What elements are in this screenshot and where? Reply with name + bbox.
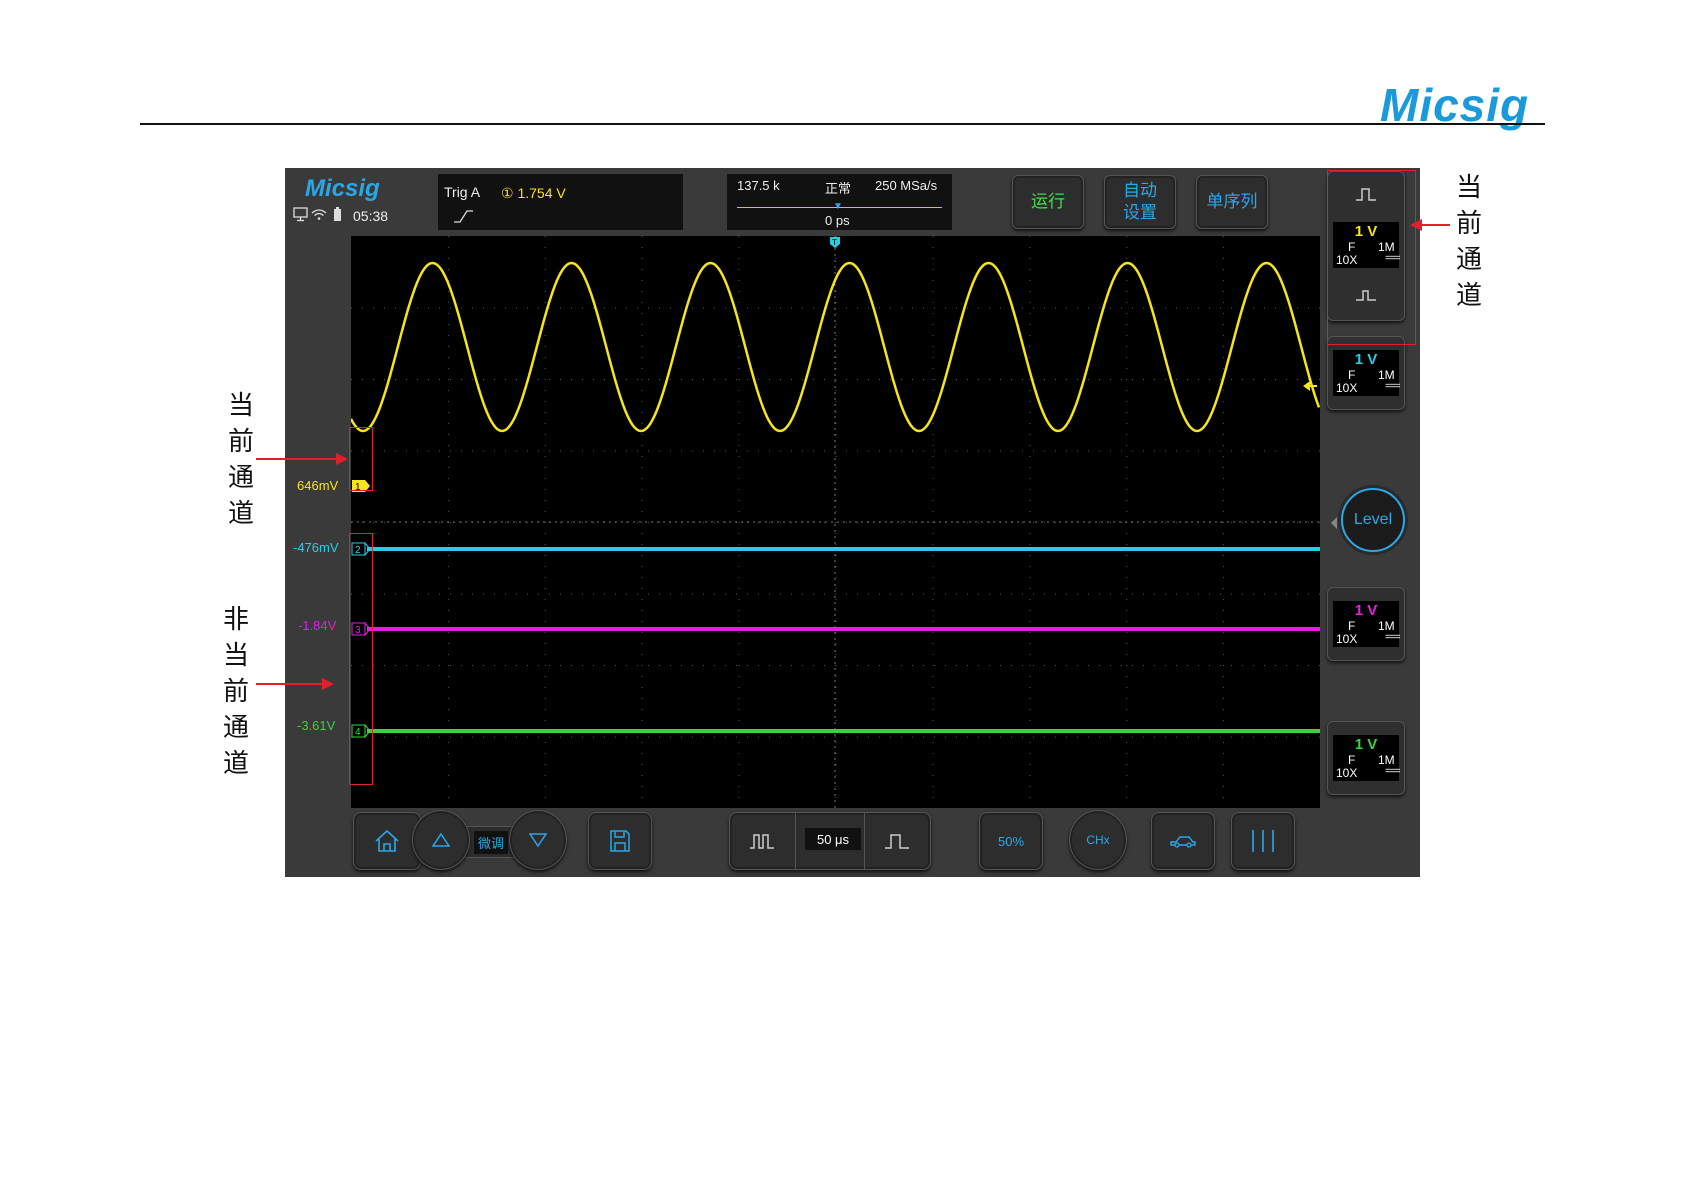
timebase-compress-button[interactable] xyxy=(729,812,795,870)
status-icons xyxy=(293,206,351,226)
channel-3-volts: 1 V xyxy=(1354,602,1378,619)
device-brand: Micsig xyxy=(305,175,380,202)
save-button[interactable] xyxy=(588,812,652,870)
channel-2-impedance: 1M xyxy=(1378,368,1395,382)
channel-4-probe: 10X xyxy=(1336,766,1358,780)
svg-text:T: T xyxy=(832,238,837,247)
auto-setup-button[interactable]: 自动 设置 xyxy=(1104,175,1176,229)
channel-3-impedance: 1M xyxy=(1378,619,1395,633)
dc-coupling-icon: === xyxy=(1385,632,1401,643)
knob-pointer-icon xyxy=(1331,517,1337,529)
trigger-time-marker-icon[interactable]: T xyxy=(830,237,840,248)
arrow-line xyxy=(1420,224,1450,226)
channel-3-probe: 10X xyxy=(1336,632,1358,646)
annotation-char: 当 xyxy=(222,641,249,671)
save-icon xyxy=(610,830,630,852)
timebase-value: 50 μs xyxy=(805,828,861,850)
dc-coupling-icon: === xyxy=(1385,381,1401,392)
arrow-head-icon xyxy=(336,453,348,465)
current-channel-highlight-left xyxy=(349,427,373,491)
wide-pulse-icon xyxy=(885,834,909,849)
annotation-char: 道 xyxy=(222,749,249,779)
fine-adjust-label: 微调 xyxy=(473,830,508,854)
clock-time: 05:38 xyxy=(353,208,389,224)
acquisition-mode: 正常 xyxy=(825,181,852,196)
trigger-level-value: ① 1.754 V xyxy=(501,185,566,201)
current-channel-highlight-right xyxy=(1327,170,1416,345)
channel-2-coupling: F xyxy=(1348,368,1356,382)
adjust-up-button[interactable] xyxy=(412,810,470,870)
dc-coupling-icon: === xyxy=(1385,766,1401,777)
annotation-current-channel-left: 当 前 通 道 xyxy=(226,388,256,532)
top-bar: Micsig 05:38 Trig A ① 1.754 V 137.5 k 正常… xyxy=(285,168,1420,235)
triangle-up-icon xyxy=(431,832,451,847)
channel-3-info: 1 V F 1M 10X === xyxy=(1333,601,1401,647)
header-rule xyxy=(140,123,1545,125)
triangle-down-icon xyxy=(528,833,548,848)
annotation-non-current-channel: 非 当 前 通 道 xyxy=(221,602,251,782)
fifty-percent-button[interactable]: 50% xyxy=(979,812,1043,870)
arrow-line xyxy=(256,683,326,685)
channel-4-info: 1 V F 1M 10X === xyxy=(1333,735,1401,781)
trigger-position-marker-icon: ▼ xyxy=(833,201,843,212)
channel-2-probe: 10X xyxy=(1336,381,1358,395)
trigger-panel[interactable]: Trig A ① 1.754 V xyxy=(438,174,683,230)
waveform-display[interactable]: 1 2 3 4 T xyxy=(351,236,1320,808)
trigger-level-arrow-icon[interactable] xyxy=(1303,381,1317,391)
channel-3-card[interactable]: 1 V F 1M 10X === xyxy=(1327,587,1405,661)
annotation-char: 通 xyxy=(227,463,254,493)
single-sequence-button[interactable]: 单序列 xyxy=(1196,175,1268,229)
annotation-char: 当 xyxy=(1455,173,1482,203)
horizontal-delay: 0 ps xyxy=(825,213,850,228)
non-current-channel-highlight xyxy=(349,533,373,785)
annotation-char: 前 xyxy=(222,677,249,707)
home-icon xyxy=(375,829,399,852)
acquisition-panel[interactable]: 137.5 k 正常 250 MSa/s ▼ 0 ps xyxy=(727,174,952,230)
oscilloscope-device: Micsig 05:38 Trig A ① 1.754 V 137.5 k 正常… xyxy=(285,168,1420,877)
annotation-char: 非 xyxy=(222,605,249,635)
channel-4-impedance: 1M xyxy=(1378,753,1395,767)
home-button[interactable] xyxy=(353,812,421,870)
frequency-readout: 137.5 k xyxy=(737,178,780,193)
menu-button[interactable] xyxy=(1231,812,1295,870)
narrow-pulse-icon xyxy=(750,834,774,849)
graticule: 1 2 3 4 T xyxy=(351,236,1320,808)
annotation-char: 前 xyxy=(227,427,254,457)
auto-setup-line1: 自动 xyxy=(1123,181,1157,200)
monitor-wifi-battery-icons xyxy=(293,207,341,222)
rising-edge-icon xyxy=(452,208,474,228)
auto-setup-line2: 设置 xyxy=(1123,203,1157,222)
vertical-bars-icon xyxy=(1252,830,1274,852)
channel-3-offset: -1.84V xyxy=(298,618,337,633)
channel-3-coupling: F xyxy=(1348,619,1356,633)
timebase-expand-button[interactable] xyxy=(865,812,929,870)
channel-2-volts: 1 V xyxy=(1354,351,1378,368)
channel-2-offset: -476mV xyxy=(293,540,339,555)
annotation-char: 当 xyxy=(227,391,254,421)
chx-button[interactable]: CHx xyxy=(1069,810,1127,870)
annotation-current-channel-right: 当 前 通 道 xyxy=(1454,170,1484,314)
channel-4-volts: 1 V xyxy=(1354,736,1378,753)
arrow-head-icon xyxy=(322,678,334,690)
annotation-char: 道 xyxy=(227,499,254,529)
channel-2-info: 1 V F 1M 10X === xyxy=(1333,350,1401,396)
divider xyxy=(795,812,796,870)
channel-4-offset: -3.61V xyxy=(297,718,336,733)
annotation-char: 道 xyxy=(1455,281,1482,311)
annotation-char: 前 xyxy=(1455,209,1482,239)
car-icon xyxy=(1170,836,1196,848)
level-knob[interactable]: Level xyxy=(1341,488,1405,552)
channel-4-coupling: F xyxy=(1348,753,1356,767)
channel-2-card[interactable]: 1 V F 1M 10X === xyxy=(1327,336,1405,410)
trigger-label: Trig A xyxy=(444,184,481,200)
sample-rate: 250 MSa/s xyxy=(875,178,938,193)
channel-1-offset: 646mV xyxy=(297,478,339,493)
arrow-line xyxy=(256,458,340,460)
adjust-down-button[interactable] xyxy=(509,810,567,870)
auto-pilot-button[interactable] xyxy=(1151,812,1215,870)
annotation-char: 通 xyxy=(1455,245,1482,275)
channel-4-card[interactable]: 1 V F 1M 10X === xyxy=(1327,721,1405,795)
run-button[interactable]: 运行 xyxy=(1012,175,1084,229)
annotation-char: 通 xyxy=(222,713,249,743)
